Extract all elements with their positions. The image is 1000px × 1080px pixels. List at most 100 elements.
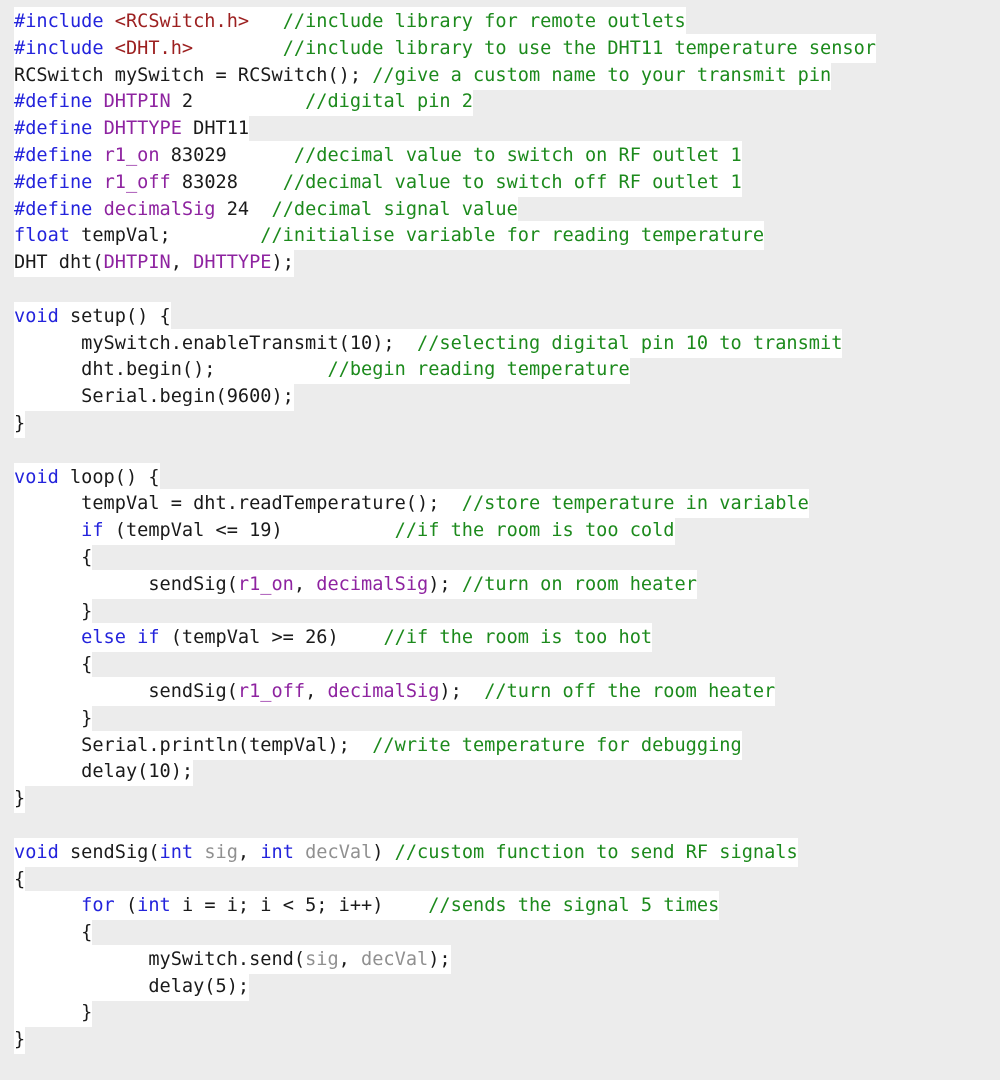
- code-token-kw: #include: [14, 37, 115, 59]
- code-line[interactable]: DHT dht(DHTPIN, DHTTYPE);: [14, 248, 1000, 278]
- code-token-cmt: //sends the signal 5 times: [428, 895, 720, 917]
- code-token-pln: {: [14, 868, 26, 890]
- code-token-pln: Serial.begin(9600);: [14, 386, 294, 408]
- code-token-pln: [294, 842, 305, 863]
- code-line-text: void sendSig(int sig, int decVal) //cust…: [14, 837, 798, 867]
- code-token-cmt: //if the room is too cold: [394, 520, 675, 542]
- code-line-text: RCSwitch mySwitch = RCSwitch(); //give a…: [14, 60, 832, 90]
- code-token-pln: [14, 895, 81, 916]
- code-token-pln: );: [428, 573, 462, 595]
- code-line[interactable]: delay(10);: [14, 757, 1000, 787]
- code-token-pln: 24: [215, 198, 250, 220]
- code-line[interactable]: tempVal = dht.readTemperature(); //store…: [14, 489, 1000, 519]
- code-token-pln: 2: [170, 91, 194, 113]
- code-line-text: #define decimalSig 24 //decimal signal v…: [14, 194, 518, 224]
- code-line[interactable]: RCSwitch mySwitch = RCSwitch(); //give a…: [14, 60, 1000, 90]
- code-token-cmt: //custom function to send RF signals: [394, 841, 798, 863]
- code-token-mac: r1_on: [103, 144, 160, 166]
- code-line[interactable]: Serial.println(tempVal); //write tempera…: [14, 730, 1000, 760]
- code-token-kw: void: [14, 305, 59, 327]
- code-line-text: Serial.begin(9600);: [14, 382, 294, 412]
- code-token-pln: [383, 895, 428, 916]
- code-line[interactable]: {: [14, 918, 1000, 948]
- code-line[interactable]: #define DHTTYPE DHT11: [14, 114, 1000, 144]
- code-line[interactable]: void loop() {: [14, 462, 1000, 492]
- code-line[interactable]: {: [14, 542, 1000, 572]
- code-line-blank[interactable]: [14, 438, 1000, 465]
- code-line[interactable]: #define decimalSig 24 //decimal signal v…: [14, 194, 1000, 224]
- code-line-text: }: [14, 998, 93, 1028]
- code-line[interactable]: mySwitch.send(sig, decVal);: [14, 944, 1000, 974]
- code-line[interactable]: }: [14, 998, 1000, 1028]
- code-token-mac: DHTPIN: [103, 91, 171, 113]
- code-token-pln: mySwitch.send(: [14, 948, 306, 970]
- code-token-cmt: //decimal value to switch on RF outlet 1: [293, 144, 742, 166]
- code-token-kw: if: [137, 627, 160, 649]
- code-line[interactable]: #include <RCSwitch.h> //include library …: [14, 7, 1000, 36]
- code-token-cmt: //initialise variable for reading temper…: [260, 225, 765, 247]
- code-line[interactable]: {: [14, 864, 1000, 894]
- code-line[interactable]: }: [14, 1025, 1000, 1055]
- code-line[interactable]: mySwitch.enableTransmit(10); //selecting…: [14, 328, 1000, 358]
- code-token-pln: delay(10);: [14, 761, 194, 783]
- code-line-text: }: [14, 703, 93, 733]
- code-line[interactable]: }: [14, 596, 1000, 626]
- code-line[interactable]: sendSig(r1_on, decimalSig); //turn on ro…: [14, 569, 1000, 599]
- code-line-text: void setup() {: [14, 301, 171, 331]
- code-line[interactable]: sendSig(r1_off, decimalSig); //turn off …: [14, 676, 1000, 706]
- code-token-kw: #define: [14, 144, 104, 166]
- code-line[interactable]: dht.begin(); //begin reading temperature: [14, 355, 1000, 385]
- code-token-mac: r1_off: [103, 171, 171, 193]
- code-token-cmt: //selecting digital pin 10 to transmit: [417, 332, 843, 354]
- code-token-mac: DHTPIN: [103, 252, 171, 274]
- code-line-text: }: [14, 408, 26, 438]
- code-token-cmt: //turn on room heater: [461, 573, 697, 595]
- code-line-blank[interactable]: [14, 277, 1000, 304]
- code-token-pln: [14, 520, 81, 541]
- code-token-par: decVal: [361, 948, 429, 970]
- code-token-pln: tempVal = dht.readTemperature();: [14, 493, 440, 515]
- code-line[interactable]: delay(5);: [14, 971, 1000, 1001]
- code-line[interactable]: #define r1_off 83028 //decimal value to …: [14, 167, 1000, 197]
- code-line[interactable]: void sendSig(int sig, int decVal) //cust…: [14, 837, 1000, 867]
- code-token-pln: 83029: [159, 144, 227, 166]
- code-line[interactable]: for (int i = i; i < 5; i++) //sends the …: [14, 891, 1000, 921]
- code-token-pln: mySwitch.enableTransmit(10);: [14, 332, 395, 354]
- code-line-text: {: [14, 650, 93, 680]
- code-line[interactable]: #define DHTPIN 2 //digital pin 2: [14, 87, 1000, 117]
- code-line[interactable]: Serial.begin(9600);: [14, 382, 1000, 412]
- code-line-text: }: [14, 784, 26, 814]
- code-line[interactable]: #include <DHT.h> //include library to us…: [14, 33, 1000, 63]
- code-line-blank[interactable]: [14, 813, 1000, 840]
- code-line-text: mySwitch.send(sig, decVal);: [14, 944, 451, 974]
- code-line[interactable]: #define r1_on 83029 //decimal value to s…: [14, 140, 1000, 170]
- code-token-kw: void: [14, 466, 59, 488]
- code-token-pln: 83028: [170, 171, 238, 193]
- code-line[interactable]: {: [14, 650, 1000, 680]
- code-line[interactable]: }: [14, 408, 1000, 438]
- code-token-inc: <RCSwitch.h>: [114, 11, 250, 32]
- code-line-text: {: [14, 864, 26, 894]
- code-line[interactable]: float tempVal; //initialise variable for…: [14, 221, 1000, 251]
- code-token-pln: (tempVal >= 26): [159, 627, 339, 649]
- code-line[interactable]: if (tempVal <= 19) //if the room is too …: [14, 516, 1000, 546]
- code-token-pln: {: [14, 654, 93, 676]
- code-token-kw: #define: [14, 171, 104, 193]
- code-line[interactable]: void setup() {: [14, 301, 1000, 331]
- code-token-cmt: //write temperature for debugging: [372, 734, 742, 756]
- code-token-pln: setup() {: [58, 305, 171, 327]
- code-token-cmt: //give a custom name to your transmit pi…: [372, 64, 832, 86]
- code-token-pln: ,: [170, 252, 194, 274]
- code-token-cmt: //decimal value to switch off RF outlet …: [282, 171, 742, 193]
- code-line-text: #include <DHT.h> //include library to us…: [14, 33, 876, 63]
- code-line[interactable]: }: [14, 784, 1000, 814]
- code-line-text: {: [14, 918, 93, 948]
- code-listing[interactable]: #include <RCSwitch.h> //include library …: [0, 0, 1000, 1055]
- code-token-kw: else: [81, 627, 126, 649]
- code-token-pln: loop() {: [58, 466, 160, 488]
- code-line[interactable]: else if (tempVal >= 26) //if the room is…: [14, 623, 1000, 653]
- code-token-kw: float: [14, 225, 70, 247]
- code-token-pln: [350, 735, 372, 756]
- code-line[interactable]: }: [14, 703, 1000, 733]
- code-token-pln: [193, 842, 204, 863]
